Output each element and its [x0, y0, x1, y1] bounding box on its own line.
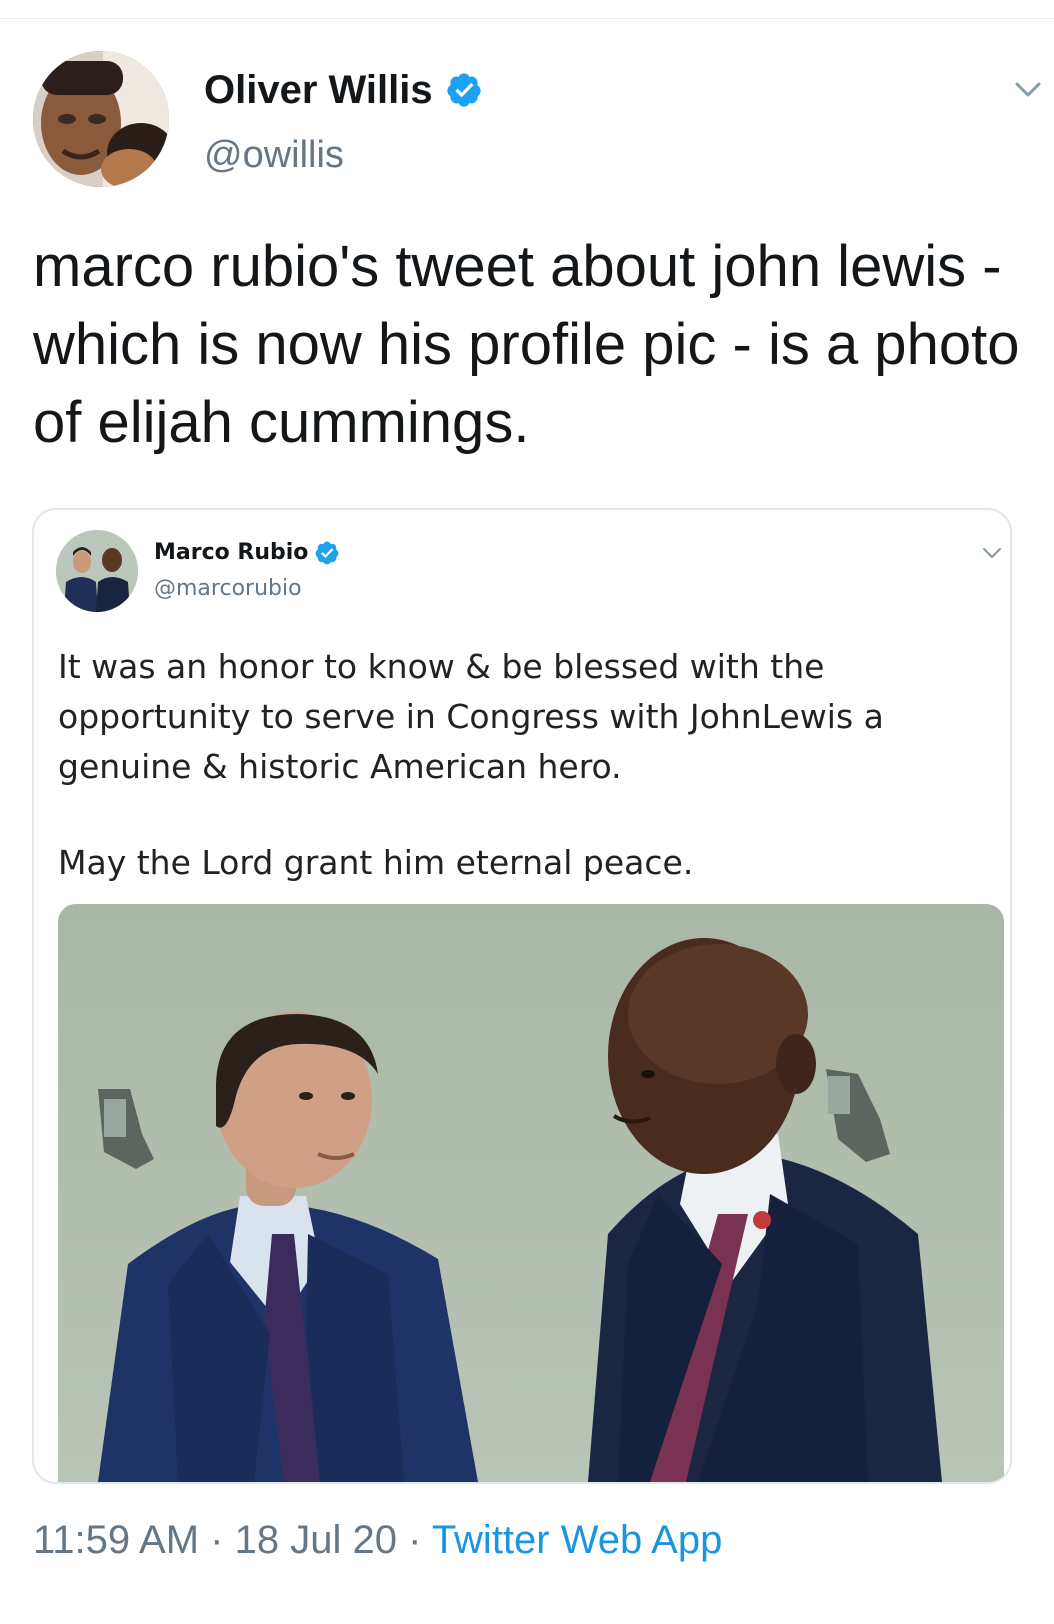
- author-name[interactable]: Oliver Willis: [204, 66, 483, 114]
- top-divider: [0, 18, 1054, 19]
- verified-badge-icon: [446, 73, 481, 107]
- chevron-down-icon[interactable]: [982, 546, 1002, 560]
- author-handle[interactable]: @owillis: [204, 132, 344, 178]
- author-name-text[interactable]: Oliver Willis: [204, 66, 433, 114]
- tweet-time[interactable]: 11:59 AM: [33, 1518, 199, 1562]
- separator: ·: [210, 1518, 224, 1562]
- quoted-tweet-card[interactable]: Marco Rubio @marcorubio It was an honor …: [32, 508, 1012, 1484]
- quoted-tweet-text: It was an honor to know & be blessed wit…: [58, 647, 884, 786]
- separator: ·: [408, 1518, 422, 1562]
- tweet-date[interactable]: 18 Jul 20: [235, 1518, 397, 1562]
- verified-badge-icon: [316, 541, 339, 565]
- tweet-source-link[interactable]: Twitter Web App: [432, 1518, 723, 1562]
- chevron-down-icon[interactable]: [1014, 80, 1042, 100]
- tweet-text: marco rubio's tweet about john lewis - w…: [33, 234, 1020, 455]
- quoted-author-handle[interactable]: @marcorubio: [154, 574, 302, 604]
- quoted-author-avatar[interactable]: [56, 530, 138, 612]
- tweet-footer: 11:59 AM · 18 Jul 20 · Twitter Web App: [33, 1512, 722, 1568]
- quoted-tweet-text-2: May the Lord grant him eternal peace.: [58, 843, 694, 882]
- author-avatar[interactable]: [33, 51, 169, 187]
- quoted-tweet-photo[interactable]: [58, 904, 1004, 1482]
- quoted-author-name-text[interactable]: Marco Rubio: [154, 538, 308, 568]
- quoted-author-name[interactable]: Marco Rubio: [154, 538, 340, 568]
